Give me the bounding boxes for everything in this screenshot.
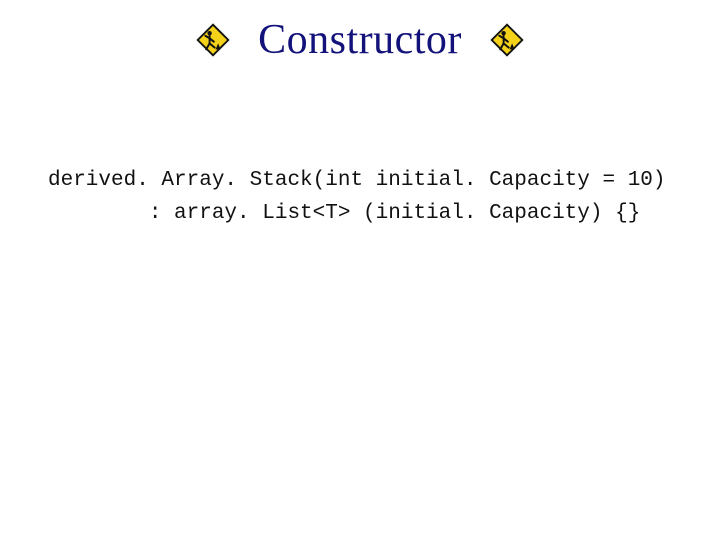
slide: Constructor derived. Array. Stack(int in…: [0, 0, 720, 540]
code-line-1: derived. Array. Stack(int initial. Capac…: [48, 169, 666, 192]
construction-sign-icon: [196, 23, 230, 57]
slide-title: Constructor: [258, 16, 462, 64]
code-line-2: : array. List<T> (initial. Capacity) {}: [48, 202, 640, 225]
title-row: Constructor: [0, 16, 720, 64]
code-block: derived. Array. Stack(int initial. Capac…: [48, 165, 666, 230]
construction-sign-icon: [490, 23, 524, 57]
